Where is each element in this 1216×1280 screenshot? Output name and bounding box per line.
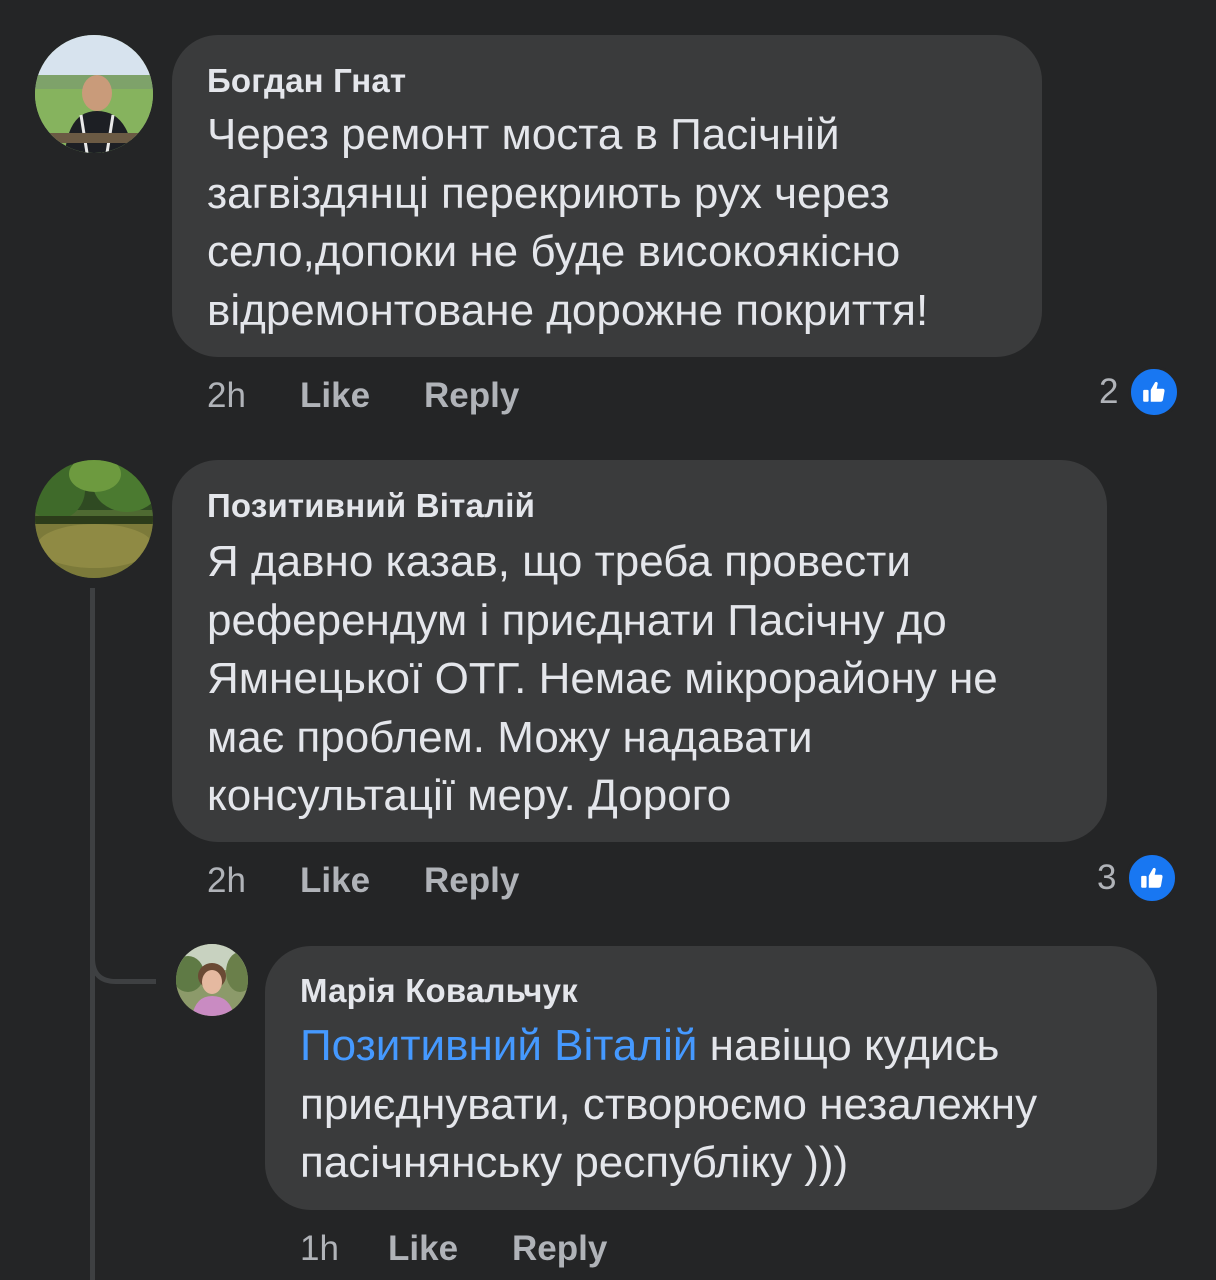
reaction-count: 2 [1099, 372, 1119, 411]
comment-line: Позитивний Віталій навіщо кудись [300, 1017, 1037, 1076]
comment-line: загвіздянці перекриють рух через [207, 168, 890, 218]
comment-author[interactable]: Богдан Гнат [207, 62, 406, 100]
reaction-summary[interactable]: 2 [1099, 366, 1181, 418]
comment-line: Через ремонт моста в Пасічній [207, 110, 840, 159]
comment-line: відремонтоване дорожне покриття! [207, 285, 929, 335]
mention-link[interactable]: Позитивний Віталій [300, 1021, 697, 1070]
like-button[interactable]: Like [388, 1229, 458, 1269]
avatar[interactable] [35, 35, 153, 153]
comment-line: пасічнянську республіку ))) [300, 1138, 849, 1187]
thread-connector [90, 940, 156, 984]
like-button[interactable]: Like [300, 861, 370, 901]
reaction-count: 3 [1097, 858, 1117, 897]
reply-button[interactable]: Reply [424, 861, 519, 901]
comment-line: село,допоки не буде високоякісно [207, 227, 901, 276]
comment-line: приєднувати, створюємо незалежну [300, 1079, 1038, 1129]
like-button[interactable]: Like [300, 376, 370, 416]
comment-timestamp[interactable]: 1h [300, 1229, 339, 1269]
comment-line: консультації меру. Дорого [207, 771, 732, 820]
comment-timestamp[interactable]: 2h [207, 376, 246, 416]
avatar[interactable] [35, 460, 153, 578]
comment-author[interactable]: Марія Ковальчук [300, 972, 578, 1010]
reply-button[interactable]: Reply [424, 376, 519, 416]
thread-line [90, 588, 95, 1280]
comment-timestamp[interactable]: 2h [207, 861, 246, 901]
comment-author[interactable]: Позитивний Віталій [207, 487, 535, 525]
comment-line: референдум і приєднати Пасічну до [207, 595, 947, 645]
comment-line: Ямнецької ОТГ. Немає мікрорайону не [207, 654, 998, 703]
like-icon [1126, 852, 1179, 904]
reaction-summary[interactable]: 3 [1097, 852, 1179, 904]
comment-line: має проблем. Можу надавати [207, 712, 813, 762]
comment-line-text: навіщо кудись [697, 1021, 1000, 1070]
comment-text: Через ремонт моста в Пасічній загвіздянц… [207, 106, 928, 340]
like-icon [1128, 366, 1181, 418]
comment-text: Позитивний Віталій навіщо кудись приєдну… [300, 1017, 1037, 1193]
avatar[interactable] [176, 944, 248, 1016]
reply-button[interactable]: Reply [512, 1229, 607, 1269]
comment-text: Я давно казав, що треба провести референ… [207, 533, 998, 826]
comment-line: Я давно казав, що треба провести [207, 537, 911, 586]
